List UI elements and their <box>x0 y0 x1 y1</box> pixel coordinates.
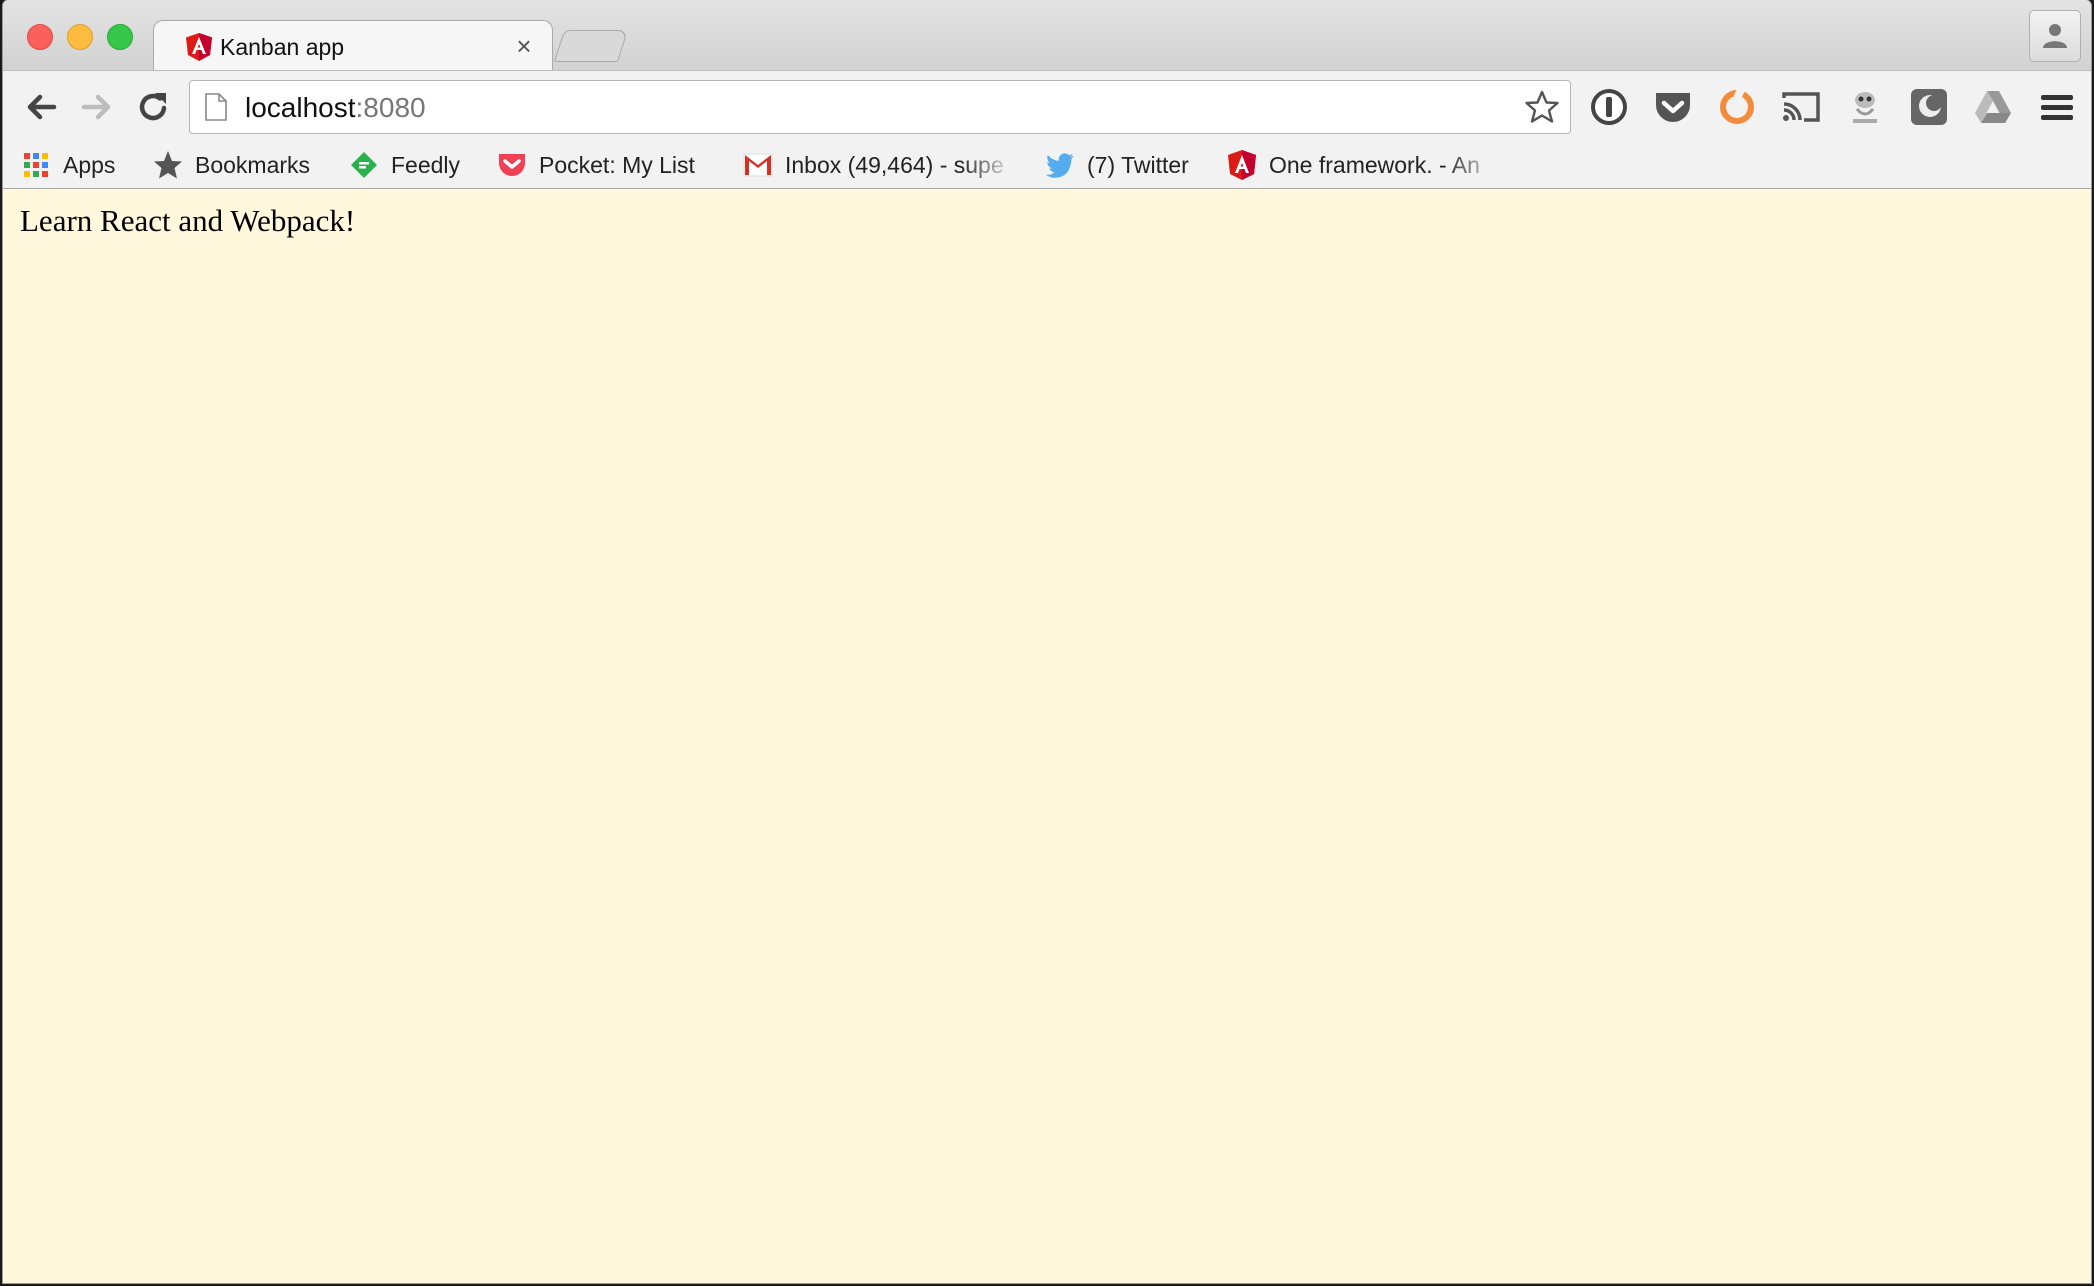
pocket-icon <box>497 150 527 180</box>
browser-toolbar: localhost:8080 <box>3 70 2091 143</box>
tab-kanban-app[interactable]: Kanban app × <box>153 20 553 73</box>
url-host: localhost <box>245 92 356 123</box>
address-bar[interactable]: localhost:8080 <box>189 80 1571 134</box>
tab-close-icon[interactable]: × <box>510 31 538 62</box>
back-arrow-icon[interactable] <box>21 87 61 127</box>
window-close-button[interactable] <box>27 24 53 50</box>
menu-icon[interactable] <box>2035 85 2079 129</box>
browser-window: Kanban app × localhost:8080 Apps Bookmar… <box>3 0 2091 1283</box>
bookmark-bookmarks[interactable]: Bookmarks <box>153 142 310 188</box>
bookmark-label: Bookmarks <box>195 151 311 178</box>
bookmarks-bar: Apps Bookmarks Feedly Pocket: My List In… <box>3 142 2091 189</box>
new-tab-button[interactable] <box>553 30 629 62</box>
google-drive-icon[interactable] <box>1971 85 2015 129</box>
bookmark-label: Pocket: My List <box>539 151 695 178</box>
url-text: localhost:8080 <box>245 92 426 124</box>
bookmark-pocket[interactable]: Pocket: My List <box>497 142 695 188</box>
angular-icon <box>184 32 214 62</box>
bookmark-twitter[interactable]: (7) Twitter <box>1045 142 1189 188</box>
person-icon <box>2043 24 2067 48</box>
star-icon <box>153 150 183 180</box>
bookmark-label: Feedly <box>391 151 461 178</box>
cast-icon[interactable] <box>1779 85 1823 129</box>
tab-title: Kanban app <box>220 34 345 60</box>
grunt-icon[interactable] <box>1843 85 1887 129</box>
page-heading: Learn React and Webpack! <box>20 203 356 238</box>
bookmark-star-icon[interactable] <box>1524 89 1560 130</box>
profile-button[interactable] <box>2029 10 2081 62</box>
bookmark-label: Apps <box>63 151 116 178</box>
page-icon <box>204 93 228 126</box>
pocket-icon[interactable] <box>1651 85 1695 129</box>
shield-icon[interactable] <box>1907 85 1951 129</box>
bookmark-inbox[interactable]: Inbox (49,464) - supe <box>743 142 1015 188</box>
forward-arrow-icon[interactable] <box>77 87 117 127</box>
url-port: :8080 <box>355 92 426 123</box>
bookmark-apps[interactable]: Apps <box>21 142 115 188</box>
ring-icon[interactable] <box>1715 85 1759 129</box>
page-content: Learn React and Webpack! <box>3 189 2091 1283</box>
bookmark-label: One framework. - An <box>1269 151 1480 178</box>
window-minimize-button[interactable] <box>67 24 93 50</box>
gmail-icon <box>743 150 773 180</box>
twitter-icon <box>1045 150 1075 180</box>
tab-strip: Kanban app × <box>3 0 2091 73</box>
bookmark-feedly[interactable]: Feedly <box>349 142 460 188</box>
bookmark-angular[interactable]: One framework. - An <box>1227 142 1499 188</box>
bookmark-label: Inbox (49,464) - supe <box>785 151 1004 178</box>
angular-icon <box>1227 150 1257 180</box>
window-maximize-button[interactable] <box>107 24 133 50</box>
apps-grid-icon <box>21 150 51 180</box>
reload-icon[interactable] <box>133 87 173 127</box>
bookmark-label: (7) Twitter <box>1087 151 1189 178</box>
feedly-icon <box>349 150 379 180</box>
onepassword-icon[interactable] <box>1587 85 1631 129</box>
